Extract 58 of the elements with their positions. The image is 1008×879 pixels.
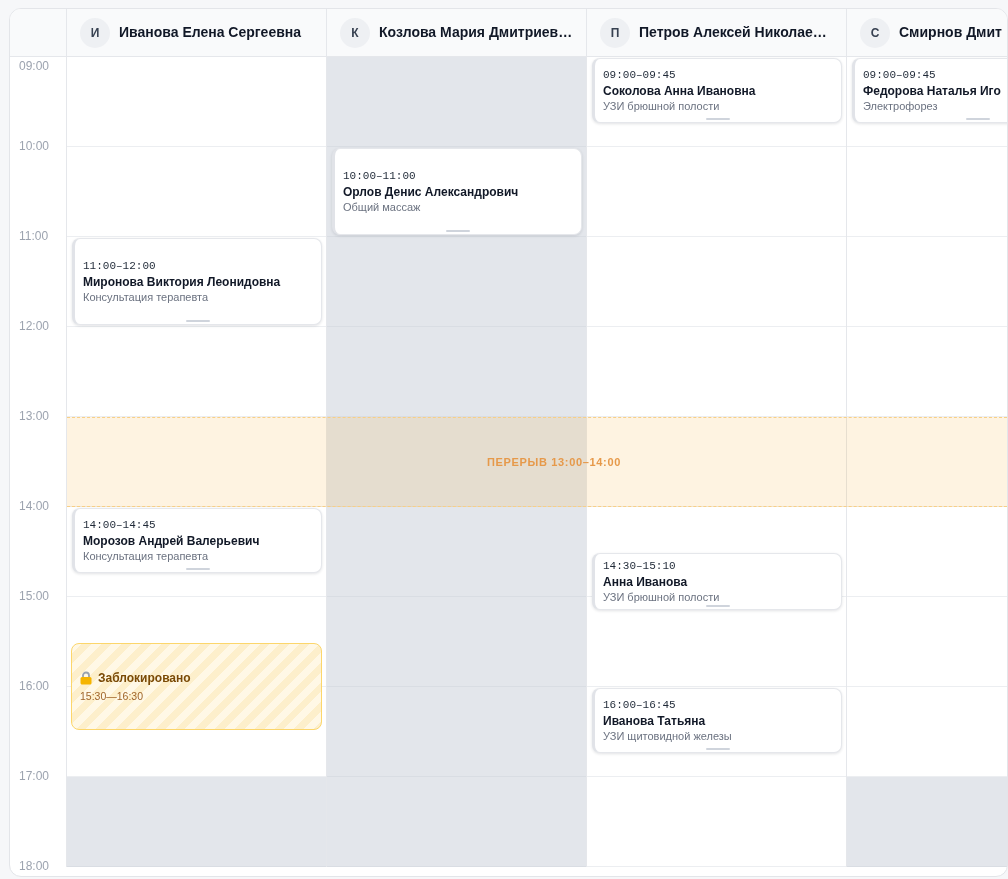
- patient-name: Федорова Наталья Иго: [863, 82, 1001, 99]
- patient-name: Миронова Виктория Леонидовна: [83, 274, 281, 290]
- lock-icon: [80, 671, 92, 685]
- service-name: Электрофорез: [863, 98, 938, 113]
- doctor-name[interactable]: Козлова Мария Дмитриев…: [379, 22, 573, 43]
- resize-handle[interactable]: [706, 747, 730, 750]
- doctor-name[interactable]: Смирнов Дмит: [899, 22, 1002, 43]
- appointment-card[interactable]: 14:30–15:10 Анна Иванова УЗИ брюшной полости: [592, 553, 842, 610]
- time-label: 17:00: [19, 768, 50, 784]
- appointment-time: 16:00–16:45: [603, 697, 676, 713]
- resize-handle[interactable]: [446, 230, 470, 232]
- patient-name: Анна Иванова: [603, 574, 688, 590]
- appointment-time: 11:00–12:00: [83, 259, 156, 274]
- service-name: УЗИ щитовидной железы: [603, 728, 732, 743]
- avatar-initial: П: [600, 17, 630, 48]
- avatar-initial: И: [80, 17, 110, 48]
- resize-handle[interactable]: [966, 117, 990, 120]
- time-label: 10:00: [19, 138, 50, 154]
- appointment-card[interactable]: 16:00–16:45 Иванова Татьяна УЗИ щитовидной железы: [592, 688, 842, 753]
- blocked-time: 15:30—16:30: [80, 689, 144, 703]
- appointment-card[interactable]: 14:00–14:45 Морозов Андрей Валерьевич Консультация терапевта: [72, 508, 322, 573]
- patient-name: Иванова Татьяна: [603, 712, 706, 729]
- service-name: Консультация терапевта: [83, 290, 209, 304]
- break-label: ПЕРЕРЫВ 13:00–14:00: [487, 454, 621, 470]
- doctor-name[interactable]: Иванова Елена Сергеевна: [119, 22, 302, 43]
- time-label: 18:00: [19, 858, 50, 874]
- service-name: Консультация терапевта: [83, 548, 209, 563]
- resize-handle[interactable]: [186, 320, 210, 322]
- resize-handle[interactable]: [706, 605, 730, 607]
- service-name: УЗИ брюшной полости: [603, 98, 720, 113]
- time-label: 09:00: [19, 58, 50, 74]
- appointment-card[interactable]: 09:00–09:45 Федорова Наталья Иго Электрофорез: [852, 58, 1007, 123]
- appointment-time: 09:00–09:45: [863, 67, 936, 83]
- time-label: 16:00: [19, 678, 50, 694]
- appointment-time: 09:00–09:45: [603, 67, 676, 83]
- time-label: 14:00: [19, 498, 50, 514]
- resize-handle[interactable]: [706, 117, 730, 120]
- appointment-time: 10:00–11:00: [343, 169, 416, 184]
- blocked-slot[interactable]: Заблокировано 15:30—16:30: [71, 643, 322, 730]
- time-label: 11:00: [19, 228, 49, 244]
- appointment-card[interactable]: 09:00–09:45 Соколова Анна Ивановна УЗИ брюшной полости: [592, 58, 842, 123]
- doctor-name[interactable]: Петров Алексей Николае…: [639, 22, 827, 43]
- avatar-initial: К: [340, 17, 370, 48]
- appointment-time: 14:00–14:45: [83, 517, 156, 533]
- blocked-title: Заблокировано: [98, 670, 191, 686]
- patient-name: Морозов Андрей Валерьевич: [83, 532, 260, 549]
- resize-handle[interactable]: [186, 567, 210, 570]
- avatar-initial: С: [860, 17, 890, 48]
- service-name: Общий массаж: [343, 200, 421, 214]
- time-label: 12:00: [19, 318, 50, 334]
- appointment-card[interactable]: 11:00–12:00 Миронова Виктория Леонидовна Консультация терапевта: [72, 238, 322, 325]
- appointment-time: 14:30–15:10: [603, 559, 676, 574]
- appointment-card[interactable]: 10:00–11:00 Орлов Денис Александрович Общий массаж: [332, 148, 582, 235]
- time-label: 15:00: [19, 588, 50, 604]
- service-name: УЗИ брюшной полости: [603, 590, 720, 604]
- time-label: 13:00: [19, 408, 50, 424]
- patient-name: Соколова Анна Ивановна: [603, 82, 756, 99]
- patient-name: Орлов Денис Александрович: [343, 184, 519, 200]
